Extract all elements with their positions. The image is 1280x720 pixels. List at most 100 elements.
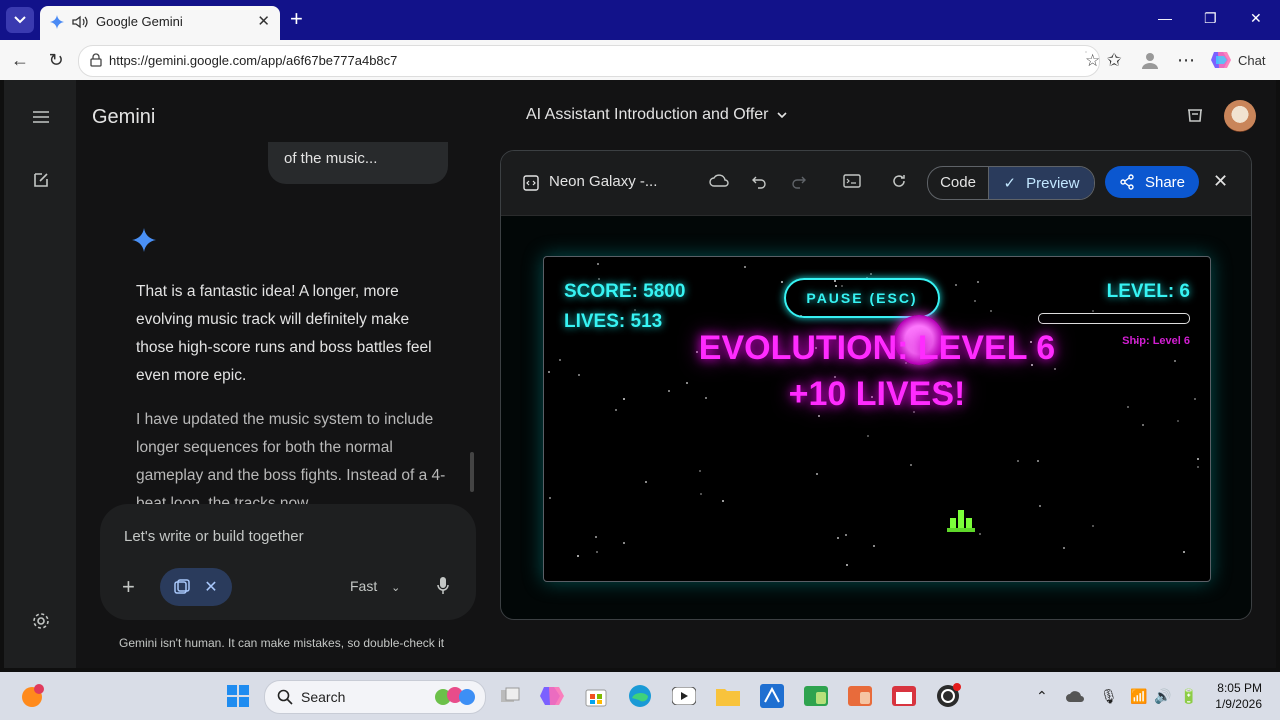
calendar-app-icon[interactable]	[890, 682, 918, 710]
chat-label: Chat	[1238, 52, 1266, 68]
lives-bonus-banner: +10 LIVES!	[788, 375, 966, 413]
chat-scrollbar[interactable]	[470, 452, 474, 492]
address-bar[interactable]: https://gemini.google.com/app/a6f67be777…	[78, 45, 1100, 77]
close-canvas-icon[interactable]: ✕	[1213, 171, 1228, 192]
model-mode-selector[interactable]: Fast ⌄	[350, 578, 400, 594]
file-explorer-icon[interactable]	[714, 682, 742, 710]
window-close-icon[interactable]: ✕	[1250, 10, 1262, 27]
cloud-save-icon[interactable]	[709, 173, 729, 189]
star	[816, 473, 818, 475]
star	[700, 493, 702, 495]
weather-widget-icon[interactable]	[18, 682, 46, 710]
youtube-icon[interactable]	[670, 682, 698, 710]
search-highlight-icon	[435, 687, 475, 705]
show-hidden-icons-icon[interactable]: ⌃	[1036, 688, 1048, 705]
chevron-down-icon	[776, 112, 787, 118]
windows-taskbar: Search ⌃ 🎙 📶 🔊 🔋 8:05 PM 1/9/2026	[0, 672, 1280, 720]
prompt-placeholder[interactable]: Let's write or build together	[124, 528, 304, 545]
start-icon[interactable]	[224, 682, 252, 710]
star	[549, 497, 551, 499]
settings-gear-icon[interactable]	[30, 610, 52, 632]
canvas-toolbar: Neon Galaxy -... Code ✓ Preview Share ✕	[501, 151, 1251, 216]
address-toolbar: ← ↻ https://gemini.google.com/app/a6f67b…	[0, 40, 1280, 80]
speaker-icon[interactable]	[72, 15, 88, 29]
star	[818, 415, 820, 417]
profile-icon[interactable]	[1140, 50, 1160, 70]
star	[699, 470, 701, 472]
clock-time: 8:05 PM	[1217, 681, 1262, 695]
copilot-chat-button[interactable]: Chat	[1210, 50, 1265, 70]
browser-tab-strip: Google Gemini ✕ + — ❐ ✕	[0, 0, 1280, 40]
star	[548, 371, 550, 373]
app-icon[interactable]	[758, 682, 786, 710]
more-options-icon[interactable]: ⋯	[1176, 50, 1196, 70]
task-view-icon[interactable]	[496, 682, 524, 710]
star	[1183, 551, 1185, 553]
star	[744, 266, 746, 268]
pause-button[interactable]: PAUSE (ESC)	[784, 278, 940, 318]
volume-icon[interactable]: 🔊	[1154, 688, 1171, 705]
refresh-icon[interactable]	[891, 173, 907, 189]
back-icon[interactable]: ←	[10, 50, 30, 70]
microsoft-store-icon[interactable]	[582, 682, 610, 710]
redo-icon[interactable]	[791, 173, 807, 189]
star	[597, 263, 599, 265]
tab-google-gemini[interactable]: Google Gemini ✕	[40, 6, 280, 40]
menu-icon[interactable]	[30, 106, 52, 128]
user-message-bubble: of the music...	[268, 142, 448, 184]
obs-recorder-icon[interactable]	[934, 682, 962, 710]
taskbar-search[interactable]: Search	[264, 680, 486, 714]
new-chat-icon[interactable]	[30, 169, 52, 191]
star	[596, 551, 598, 553]
copilot-app-icon[interactable]	[538, 682, 566, 710]
share-button[interactable]: Share	[1105, 166, 1199, 198]
favorites-icon[interactable]: ✩	[1104, 50, 1124, 70]
minimize-icon[interactable]: —	[1158, 10, 1172, 26]
share-label: Share	[1144, 173, 1186, 191]
tab-code[interactable]: Code	[928, 167, 989, 199]
system-clock[interactable]: 8:05 PM 1/9/2026	[1206, 680, 1262, 712]
microphone-icon[interactable]	[436, 576, 450, 596]
star	[722, 500, 724, 502]
edge-browser-icon[interactable]	[626, 682, 654, 710]
canvas-doc-title[interactable]: Neon Galaxy -...	[549, 173, 657, 190]
wifi-icon[interactable]: 📶	[1130, 688, 1147, 705]
console-icon[interactable]	[843, 173, 861, 189]
tab-preview[interactable]: ✓ Preview	[989, 167, 1094, 199]
undo-icon[interactable]	[751, 173, 767, 189]
star	[990, 310, 992, 312]
level-progress-bar	[1038, 313, 1190, 324]
archive-icon[interactable]	[1186, 106, 1204, 129]
prompt-input[interactable]: Let's write or build together + ✕ Fast ⌄	[100, 504, 476, 620]
remove-tool-icon[interactable]: ✕	[204, 577, 217, 597]
gemini-spark-icon	[132, 228, 156, 252]
star	[1063, 547, 1065, 549]
restore-icon[interactable]: ❐	[1204, 10, 1217, 27]
canvas-tool-chip[interactable]: ✕	[160, 568, 232, 606]
add-attachment-icon[interactable]: +	[122, 574, 135, 600]
microphone-status-icon[interactable]: 🎙	[1100, 688, 1118, 705]
reload-icon[interactable]: ↻	[46, 50, 66, 70]
star	[873, 545, 875, 547]
onedrive-icon[interactable]	[1062, 682, 1090, 710]
url-text[interactable]: https://gemini.google.com/app/a6f67be777…	[109, 53, 397, 68]
excel-sync-icon[interactable]	[802, 682, 830, 710]
office-app-icon[interactable]	[846, 682, 874, 710]
new-tab-button[interactable]: +	[290, 8, 303, 30]
battery-icon[interactable]: 🔋	[1180, 688, 1197, 705]
star	[595, 536, 597, 538]
tab-close-icon[interactable]: ✕	[257, 12, 270, 30]
star	[979, 533, 981, 535]
star	[645, 481, 647, 483]
star	[974, 300, 976, 302]
gemini-brand[interactable]: Gemini	[92, 106, 155, 129]
disclaimer-text: Gemini isn't human. It can make mistakes…	[119, 636, 445, 650]
user-avatar[interactable]	[1224, 100, 1256, 132]
site-info-icon[interactable]	[89, 53, 103, 67]
game-canvas[interactable]: SCORE: 5800 LIVES: 513 LEVEL: 6 Ship: Le…	[543, 256, 1211, 582]
code-preview-toggle: Code ✓ Preview	[927, 166, 1095, 200]
chevron-down-icon: ⌄	[391, 582, 401, 594]
tab-actions-button[interactable]	[6, 7, 34, 33]
conversation-title[interactable]: AI Assistant Introduction and Offer	[526, 106, 787, 124]
favorite-star-icon[interactable]: ☆	[1085, 51, 1100, 70]
